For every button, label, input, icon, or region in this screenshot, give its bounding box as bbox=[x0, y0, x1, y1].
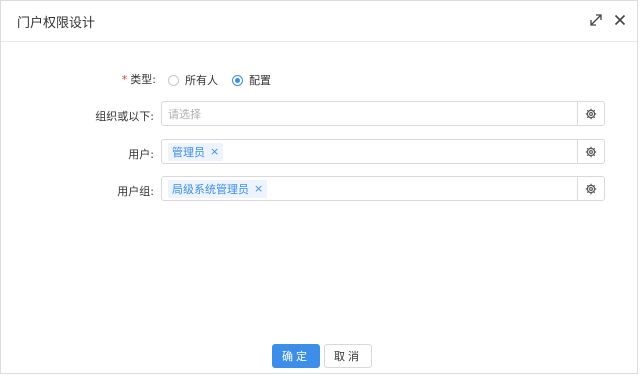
user-group-tag: 局级系统管理员 × bbox=[168, 179, 268, 198]
org-label: 组织或以下: bbox=[95, 110, 154, 123]
user-group-select[interactable]: 局级系统管理员 × bbox=[161, 176, 605, 201]
dialog-header: 门户权限设计 bbox=[1, 1, 637, 42]
type-radio-group: 所有人 配置 bbox=[168, 72, 285, 88]
required-mark: * bbox=[121, 73, 128, 86]
org-placeholder: 请选择 bbox=[168, 107, 201, 121]
user-input[interactable]: 管理员 × bbox=[162, 140, 577, 163]
org-select[interactable]: 请选择 bbox=[161, 101, 605, 126]
permission-dialog: 门户权限设计 * 类型: 所有人 配置 组织或以下: 请选择 用户: 管理员 ×… bbox=[0, 0, 638, 374]
radio-configure[interactable]: 配置 bbox=[232, 72, 271, 88]
tag-label: 局级系统管理员 bbox=[172, 182, 249, 196]
type-label: * 类型: bbox=[121, 73, 156, 86]
gear-icon[interactable] bbox=[577, 140, 604, 163]
type-row: * 类型: 所有人 配置 bbox=[1, 70, 639, 88]
tag-label: 管理员 bbox=[172, 145, 205, 159]
radio-label: 配置 bbox=[249, 74, 271, 87]
radio-button[interactable] bbox=[232, 74, 243, 86]
user-group-label: 用户组: bbox=[117, 185, 154, 198]
gear-icon[interactable] bbox=[577, 102, 604, 125]
user-group-input[interactable]: 局级系统管理员 × bbox=[162, 177, 577, 200]
dialog-title: 门户权限设计 bbox=[17, 16, 96, 31]
radio-label: 所有人 bbox=[185, 74, 218, 87]
user-label: 用户: bbox=[128, 148, 154, 161]
expand-icon[interactable] bbox=[588, 12, 604, 28]
ok-button[interactable]: 确定 bbox=[272, 344, 320, 368]
tag-close-icon[interactable]: × bbox=[210, 145, 219, 158]
radio-button[interactable] bbox=[168, 74, 179, 86]
close-icon[interactable] bbox=[612, 12, 628, 28]
cancel-button[interactable]: 取消 bbox=[324, 344, 372, 368]
gear-icon[interactable] bbox=[577, 177, 604, 200]
tag-close-icon[interactable]: × bbox=[254, 182, 263, 195]
radio-all[interactable]: 所有人 bbox=[168, 72, 218, 88]
org-input[interactable]: 请选择 bbox=[162, 102, 577, 125]
user-select[interactable]: 管理员 × bbox=[161, 139, 605, 164]
user-tag: 管理员 × bbox=[168, 142, 224, 161]
